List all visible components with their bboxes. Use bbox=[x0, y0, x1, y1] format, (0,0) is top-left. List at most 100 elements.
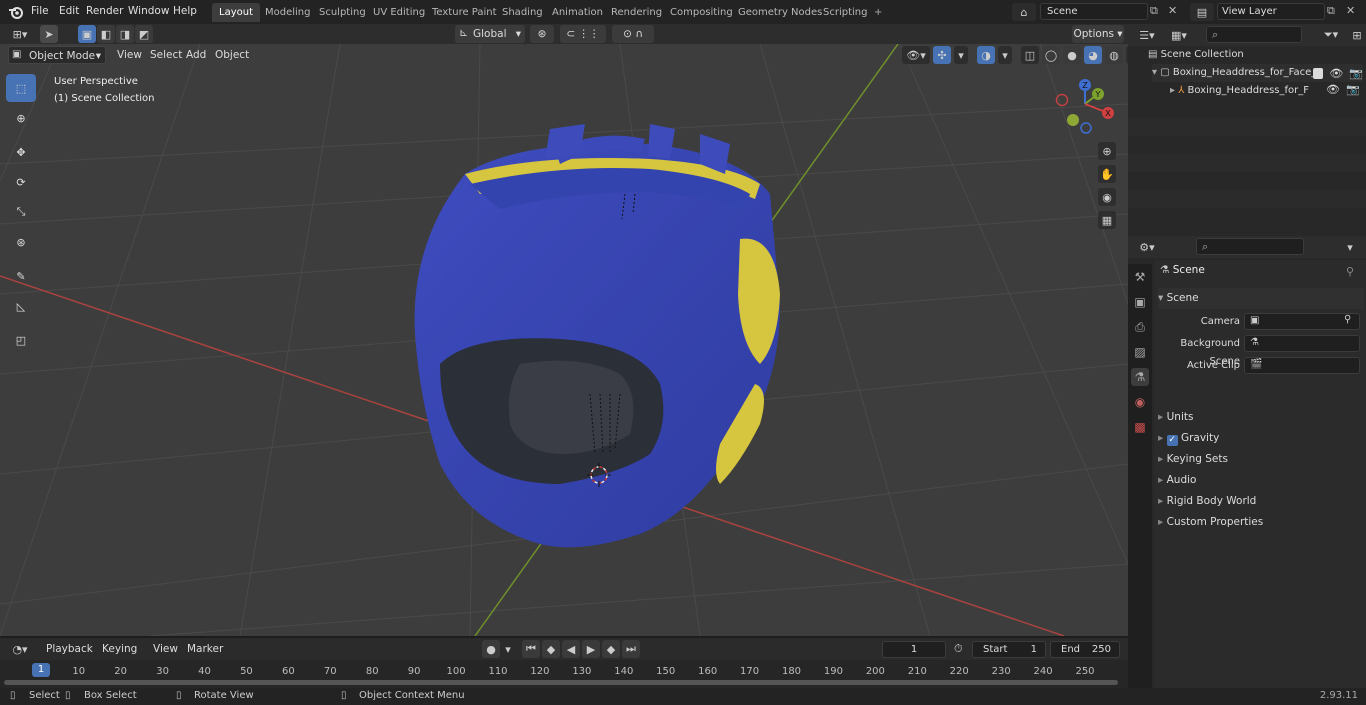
properties-search-input[interactable] bbox=[1196, 238, 1304, 255]
properties-options-icon[interactable]: ▾ bbox=[1340, 238, 1360, 256]
close-scene-icon[interactable]: ✕ bbox=[1168, 4, 1177, 17]
menu-help[interactable]: Help bbox=[167, 0, 203, 22]
solid-shading-icon[interactable]: ● bbox=[1063, 46, 1081, 64]
scene-panel-header[interactable]: ▾ Scene bbox=[1158, 288, 1364, 309]
visibility-icon[interactable]: 👁▾ bbox=[902, 46, 930, 64]
eye-icon[interactable]: 👁 bbox=[1329, 67, 1343, 80]
scale-tool-icon[interactable]: ⤡ bbox=[6, 198, 36, 226]
prev-keyframe-icon[interactable]: ◆ bbox=[542, 640, 560, 658]
select-subtract-icon[interactable]: ◨ bbox=[116, 25, 134, 43]
camera-field[interactable] bbox=[1244, 313, 1360, 330]
close-view-layer-icon[interactable]: ✕ bbox=[1346, 4, 1355, 17]
copy-view-layer-icon[interactable]: ⧉ bbox=[1327, 4, 1335, 18]
outliner-search-input[interactable] bbox=[1206, 26, 1302, 43]
display-mode-icon[interactable]: ▦▾ bbox=[1166, 26, 1192, 44]
expand-arrow-icon[interactable]: ▾ bbox=[1152, 67, 1160, 78]
menu-file[interactable]: File bbox=[25, 0, 55, 22]
view-layer-field[interactable]: View Layer bbox=[1217, 3, 1325, 20]
world-tab-icon[interactable]: ◉ bbox=[1131, 393, 1149, 411]
tab-modeling[interactable]: Modeling bbox=[258, 3, 318, 22]
timeline-view-menu[interactable]: View bbox=[148, 639, 183, 659]
section-custom-properties[interactable]: ▸ Custom Properties bbox=[1158, 512, 1364, 533]
filter-icon[interactable]: ⏷▾ bbox=[1318, 26, 1344, 44]
tab-texture-paint[interactable]: Texture Paint bbox=[425, 3, 504, 22]
next-keyframe-icon[interactable]: ◆ bbox=[602, 640, 620, 658]
options-dropdown[interactable]: Options ▾ bbox=[1072, 25, 1124, 43]
keying-menu[interactable]: Keying ▾ bbox=[98, 640, 144, 673]
tool-tab-icon[interactable]: ⚒ bbox=[1131, 268, 1149, 286]
scene-name-field[interactable]: Scene bbox=[1040, 3, 1148, 20]
tab-compositing[interactable]: Compositing bbox=[663, 3, 740, 22]
render-tab-icon[interactable]: ▣ bbox=[1131, 293, 1149, 311]
xray-icon[interactable]: ◫ bbox=[1021, 46, 1039, 64]
playhead[interactable]: 1 bbox=[32, 663, 50, 677]
material-shading-icon[interactable]: ◕ bbox=[1084, 46, 1102, 64]
tab-layout[interactable]: Layout bbox=[212, 3, 260, 22]
select-extend-icon[interactable]: ◧ bbox=[97, 25, 115, 43]
background-scene-field[interactable] bbox=[1244, 335, 1360, 352]
outliner-scene-collection[interactable]: ▤ Scene Collection bbox=[1148, 46, 1358, 64]
zoom-icon[interactable]: ⊕ bbox=[1098, 142, 1116, 160]
scene-tab-icon[interactable]: ⚗ bbox=[1131, 368, 1149, 386]
play-icon[interactable]: ▶ bbox=[582, 640, 600, 658]
blender-logo-icon[interactable] bbox=[8, 4, 24, 20]
add-workspace-button[interactable]: + bbox=[867, 3, 889, 22]
properties-editor-icon[interactable]: ⚙▾ bbox=[1134, 238, 1160, 256]
new-collection-icon[interactable]: ⊞ bbox=[1350, 26, 1364, 44]
editor-type-icon[interactable]: ⊞▾ bbox=[6, 25, 34, 43]
proportional-edit-icon[interactable]: ⊙ ∩ bbox=[612, 25, 654, 43]
stopwatch-icon[interactable]: ⏱ bbox=[954, 642, 963, 656]
copy-scene-icon[interactable]: ⧉ bbox=[1150, 4, 1158, 18]
tab-animation[interactable]: Animation bbox=[545, 3, 610, 22]
tab-rendering[interactable]: Rendering bbox=[604, 3, 669, 22]
start-frame-field[interactable]: Start 1 bbox=[972, 641, 1046, 658]
section-gravity[interactable]: ▸ ✓ Gravity bbox=[1158, 428, 1364, 449]
select-box-tool-icon[interactable]: ⬚ bbox=[6, 74, 36, 102]
output-tab-icon[interactable]: ⎙ bbox=[1131, 318, 1149, 336]
timeline-scrollbar[interactable] bbox=[4, 680, 1118, 685]
tweak-tool-icon[interactable]: ➤ bbox=[40, 25, 58, 43]
pan-hand-icon[interactable]: ✋ bbox=[1098, 165, 1116, 183]
current-frame-field[interactable]: 1 bbox=[882, 641, 946, 658]
gravity-checkbox[interactable]: ✓ bbox=[1166, 435, 1178, 446]
tab-scripting[interactable]: Scripting bbox=[816, 3, 874, 22]
tab-sculpting[interactable]: Sculpting bbox=[312, 3, 373, 22]
view-layer-selector-icon[interactable]: ▤ bbox=[1190, 3, 1214, 21]
timeline-editor-icon[interactable]: ◔▾ bbox=[6, 640, 34, 658]
annotate-tool-icon[interactable]: ✎ bbox=[6, 262, 36, 290]
camera-icon[interactable]: 📷 bbox=[1346, 83, 1360, 96]
section-units[interactable]: ▸ Units bbox=[1158, 407, 1364, 428]
cursor-tool-icon[interactable]: ⊕ bbox=[6, 104, 36, 132]
section-keying-sets[interactable]: ▸ Keying Sets bbox=[1158, 449, 1364, 470]
marker-menu[interactable]: Marker bbox=[182, 639, 228, 659]
tab-uv-editing[interactable]: UV Editing bbox=[366, 3, 432, 22]
pin-icon[interactable]: ⚲ bbox=[1346, 265, 1354, 278]
move-tool-icon[interactable]: ✥ bbox=[6, 138, 36, 166]
include-checkbox[interactable] bbox=[1313, 67, 1324, 79]
navigation-gizmo[interactable]: Z Y X bbox=[1052, 76, 1122, 140]
menu-add[interactable]: Add bbox=[181, 45, 211, 65]
tab-shading[interactable]: Shading bbox=[495, 3, 550, 22]
pivot-point-icon[interactable]: ⊛ bbox=[530, 25, 554, 43]
overlay-toggle-icon[interactable]: ◑ bbox=[977, 46, 995, 64]
mode-dropdown[interactable]: Object Mode ▾ bbox=[8, 46, 106, 64]
gizmo-toggle-icon[interactable]: ✣ bbox=[933, 46, 951, 64]
eye-icon[interactable]: 👁 bbox=[1326, 83, 1340, 96]
record-options-icon[interactable]: ▾ bbox=[502, 640, 514, 658]
camera-icon[interactable]: 📷 bbox=[1349, 67, 1363, 80]
3d-viewport[interactable]: User Perspective (1) Scene Collection Z … bbox=[0, 44, 1128, 636]
jump-end-icon[interactable]: ⏭ bbox=[622, 640, 640, 658]
play-reverse-icon[interactable]: ◀ bbox=[562, 640, 580, 658]
record-icon[interactable]: ● bbox=[482, 640, 500, 658]
menu-view[interactable]: View bbox=[112, 45, 147, 65]
transform-tool-icon[interactable]: ⊛ bbox=[6, 228, 36, 256]
section-audio[interactable]: ▸ Audio bbox=[1158, 470, 1364, 491]
wireframe-shading-icon[interactable]: ◯ bbox=[1042, 46, 1060, 64]
menu-object[interactable]: Object bbox=[210, 45, 254, 65]
eyedropper-icon[interactable]: ⚲ bbox=[1344, 314, 1351, 325]
rendered-shading-icon[interactable]: ◍ bbox=[1105, 46, 1123, 64]
outliner-row-object[interactable]: ▸ ⅄ Boxing_Headdress_for_F bbox=[1170, 82, 1320, 100]
tab-geometry-nodes[interactable]: Geometry Nodes bbox=[731, 3, 829, 22]
texture-tab-icon[interactable]: ▩ bbox=[1131, 418, 1149, 436]
section-rigid-body-world[interactable]: ▸ Rigid Body World bbox=[1158, 491, 1364, 512]
